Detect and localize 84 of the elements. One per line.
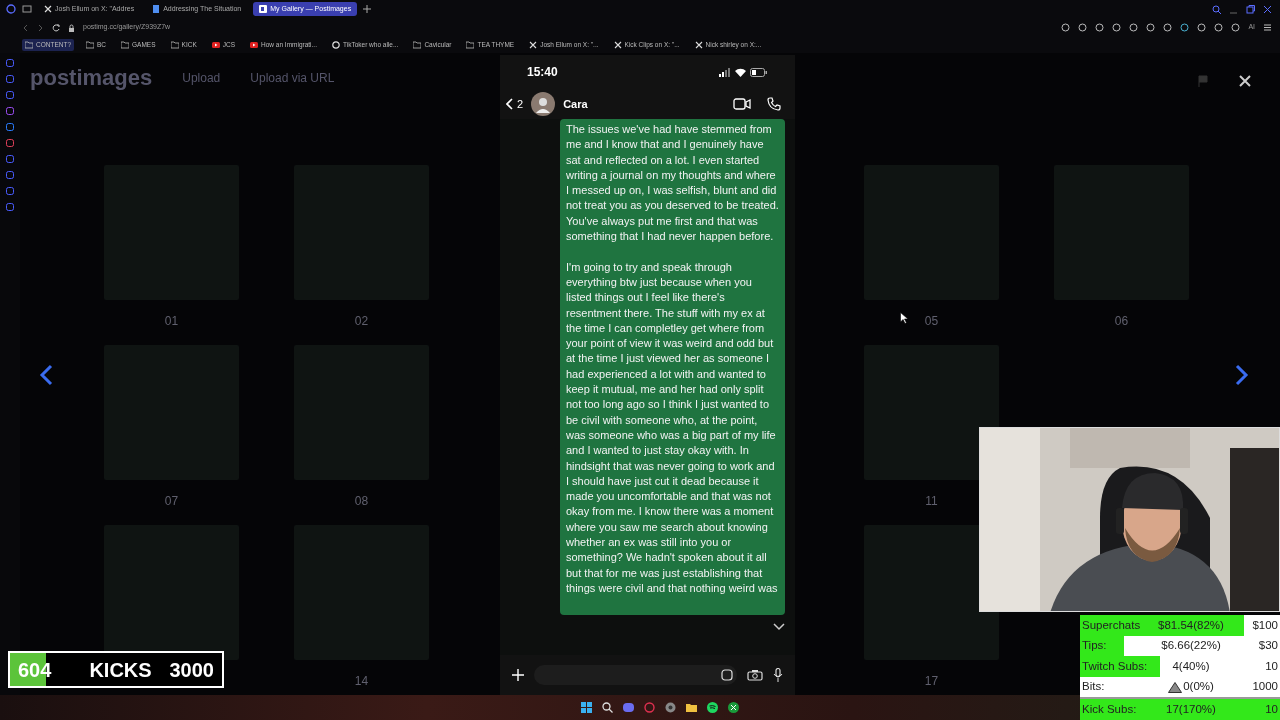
browser-logo-icon[interactable] <box>6 4 16 14</box>
chevron-left-icon <box>39 364 53 386</box>
folder-icon <box>466 41 475 49</box>
new-tab-icon[interactable] <box>363 5 372 13</box>
chevron-right-icon <box>1235 364 1249 386</box>
avatar-icon <box>531 92 556 116</box>
music-app-icon[interactable] <box>706 701 719 714</box>
back-icon[interactable] <box>22 23 29 32</box>
tab-panel-icon[interactable] <box>22 5 32 13</box>
wifi-icon <box>735 67 746 77</box>
stat-value: 0(0%) <box>1183 679 1214 695</box>
folder-icon <box>121 41 130 49</box>
message-text: I'm going to try and speak through everything btw just because when you listed things out I feel like there's resentment there. The stuff with my ex at the time I can completley get where from your point of view it was weird and odd but at the time I just viewed her as someone I had experienced a lot with and wanted to keep it mutual, me and her had only split not too long ago so I think I just wanted to be civil with someone who, at the point, was someone who was a big part of my life and I wanted to just stay okay with. In hindsight that was never going to work and I should have just cut it dead because it made you uncomfortable and that was not okay from me. I know there was a moment where you saw me search about knowing whether an ex was still into you or something? We hadn't spoken about it all but that for me was just establishing that things were civil and that nothing weird was <box>566 259 779 596</box>
stat-value: 17(170%) <box>1166 702 1216 718</box>
sticker-icon <box>721 669 733 681</box>
menu-icon[interactable] <box>1263 23 1272 32</box>
thumbnail-number: 05 <box>924 313 939 330</box>
image-thumbnail[interactable] <box>104 525 239 660</box>
microphone-icon[interactable] <box>773 668 783 682</box>
x-logo-icon <box>44 5 52 13</box>
stat-value: $6.66(22%) <box>1161 638 1221 654</box>
camera-icon[interactable] <box>747 669 763 681</box>
plus-icon[interactable] <box>512 669 524 681</box>
x-logo-icon <box>613 41 622 49</box>
video-logo-icon <box>211 41 220 49</box>
stat-goal: $100 <box>1251 617 1278 633</box>
stat-label: Bits: <box>1082 679 1106 695</box>
site-logo-icon <box>259 5 268 13</box>
folder-icon[interactable] <box>685 701 698 714</box>
stat-label: Kick Subs: <box>1082 702 1138 718</box>
folder-icon <box>86 41 95 49</box>
restore-icon[interactable] <box>1246 4 1255 14</box>
stat-value: $81.54(82%) <box>1158 617 1224 633</box>
thumbnail-number: 14 <box>354 673 369 690</box>
browser-icon[interactable] <box>664 701 677 714</box>
image-thumbnail[interactable] <box>864 525 999 660</box>
signal-icon <box>719 67 731 77</box>
folder-icon <box>25 41 33 49</box>
reload-icon[interactable] <box>52 23 60 32</box>
triangle-icon <box>1168 681 1183 693</box>
thumbnail-number: 07 <box>164 493 179 510</box>
thumbnail-number: 08 <box>354 493 369 510</box>
scroll-down-icon[interactable] <box>773 623 785 631</box>
app-icon[interactable] <box>6 187 14 195</box>
video-logo-icon <box>250 41 258 49</box>
ring-icon[interactable] <box>643 701 656 714</box>
stat-value: 4(40%) <box>1172 658 1210 674</box>
kicks-goal: 3000 <box>169 657 214 683</box>
g-logo-icon <box>332 41 340 49</box>
cursor-icon <box>900 312 908 324</box>
document-icon <box>152 5 161 13</box>
stat-goal: 10 <box>1264 658 1278 674</box>
close-icon[interactable] <box>1238 74 1252 88</box>
search-icon[interactable] <box>601 701 614 714</box>
thumbnail-number: 02 <box>354 313 369 330</box>
stat-label: Superchats <box>1082 617 1142 633</box>
start-icon[interactable] <box>580 701 593 714</box>
forward-icon[interactable] <box>37 23 44 32</box>
stat-goal: 10 <box>1264 702 1278 718</box>
contact-name[interactable]: Cara <box>563 95 588 113</box>
stat-label: Tips: <box>1082 638 1108 654</box>
x-logo-icon <box>694 41 703 49</box>
folder-icon <box>413 41 422 49</box>
stat-goal: 1000 <box>1251 679 1278 695</box>
stat-goal: $30 <box>1257 638 1278 654</box>
image-thumbnail[interactable] <box>864 345 999 480</box>
video-call-icon[interactable] <box>733 98 751 110</box>
x-logo-icon <box>529 41 538 49</box>
chevron-left-icon <box>506 98 513 110</box>
status-time: 15:40 <box>527 64 558 81</box>
thumbnail-number: 06 <box>1114 313 1129 330</box>
kicks-label: KICKS <box>89 657 152 683</box>
phone-call-icon[interactable] <box>767 97 781 111</box>
thumbnail-number: 01 <box>164 313 179 330</box>
thumbnail-number: 11 <box>925 493 938 510</box>
back-button[interactable]: 2 <box>506 95 524 113</box>
game-app-icon[interactable] <box>727 701 740 714</box>
battery-icon <box>750 67 767 77</box>
message-text: The issues we've had have stemmed from me and I know that and I genuinely have sat and reflected on a lot. I even started writing a journal on my thoughts and where I messed up on, I was selfish, blunt and did not treat you as you deserved to be treated. You've always put me first and that was something that I had never happen before. <box>566 122 779 245</box>
thumbnail-number: 17 <box>924 673 939 690</box>
folder-icon <box>170 41 179 49</box>
chat-app-icon[interactable] <box>622 701 635 714</box>
lock-icon <box>68 23 75 32</box>
message-input[interactable] <box>534 665 737 685</box>
